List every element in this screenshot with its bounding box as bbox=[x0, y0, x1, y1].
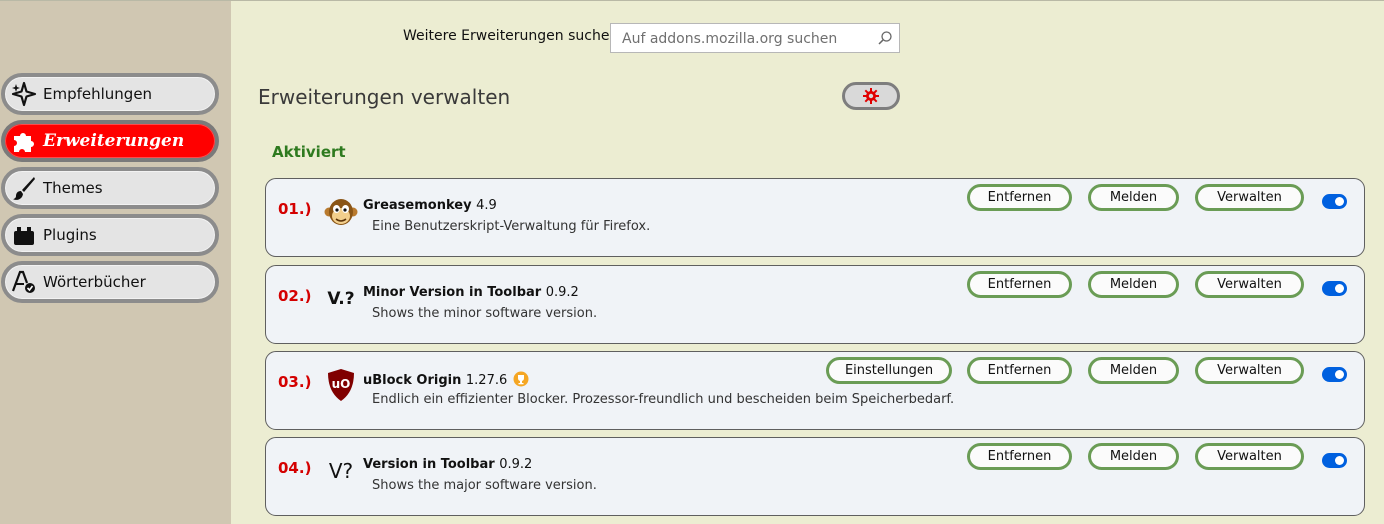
manage-button[interactable]: Verwalten bbox=[1195, 443, 1304, 470]
version-text-icon: V? bbox=[324, 454, 358, 488]
addon-version: 1.27.6 bbox=[465, 373, 508, 388]
addon-name: Minor Version in Toolbar bbox=[363, 285, 542, 300]
plugin-block-icon bbox=[10, 221, 38, 249]
sidebar-item-empfehlungen[interactable]: Empfehlungen bbox=[1, 73, 219, 115]
gear-icon bbox=[862, 87, 880, 105]
search-input[interactable] bbox=[620, 25, 874, 53]
search-label: Weitere Erweiterungen suchen bbox=[403, 28, 619, 44]
addon-number: 01.) bbox=[278, 200, 312, 218]
addon-name: Version in Toolbar bbox=[363, 457, 495, 472]
preferences-button[interactable]: Einstellungen bbox=[826, 357, 952, 384]
addon-description: Endlich ein effizienter Blocker. Prozess… bbox=[372, 392, 955, 407]
report-button[interactable]: Melden bbox=[1088, 271, 1179, 298]
addon-number: 03.) bbox=[278, 373, 312, 391]
sidebar-item-label: Erweiterungen bbox=[43, 131, 185, 151]
addon-name-line: uBlock Origin 1.27.6 bbox=[363, 371, 529, 388]
remove-button[interactable]: Entfernen bbox=[967, 443, 1072, 470]
sidebar-item-plugins[interactable]: Plugins bbox=[1, 214, 219, 256]
report-button[interactable]: Melden bbox=[1088, 443, 1179, 470]
addon-card-ublock-origin[interactable]: 03.) uO uBlock Origin 1.27.6 Endlich ein… bbox=[265, 351, 1365, 430]
addon-card-minor-version[interactable]: 02.) V.? Minor Version in Toolbar 0.9.2 … bbox=[265, 265, 1365, 344]
enable-toggle[interactable] bbox=[1322, 453, 1347, 468]
manage-button[interactable]: Verwalten bbox=[1195, 184, 1304, 211]
addon-name: Greasemonkey bbox=[363, 198, 472, 213]
toggle-knob bbox=[1335, 284, 1344, 293]
toggle-knob bbox=[1335, 370, 1344, 379]
sidebar-item-erweiterungen[interactable]: Erweiterungen bbox=[1, 120, 219, 162]
tools-menu-button[interactable] bbox=[842, 82, 900, 110]
category-sidebar: Empfehlungen Erweiterungen Themes Plugin… bbox=[0, 1, 231, 524]
addon-icon-text: V.? bbox=[327, 289, 355, 309]
sparkle-icon bbox=[10, 80, 38, 108]
trophy-icon bbox=[513, 371, 529, 387]
toggle-knob bbox=[1335, 456, 1344, 465]
addon-description: Eine Benutzerskript-Verwaltung für Firef… bbox=[372, 219, 651, 234]
addon-name-line: Greasemonkey 4.9 bbox=[363, 198, 497, 213]
addon-card-version-in-toolbar[interactable]: 04.) V? Version in Toolbar 0.9.2 Shows t… bbox=[265, 437, 1365, 516]
search-box[interactable] bbox=[610, 23, 900, 53]
brush-icon bbox=[10, 174, 38, 202]
version-text-icon: V.? bbox=[324, 282, 358, 316]
addon-icon-text: uO bbox=[331, 377, 351, 391]
enable-toggle[interactable] bbox=[1322, 281, 1347, 296]
enable-toggle[interactable] bbox=[1322, 194, 1347, 209]
addon-name-line: Version in Toolbar 0.9.2 bbox=[363, 457, 532, 472]
section-heading-enabled: Aktiviert bbox=[272, 143, 346, 161]
addon-description: Shows the minor software version. bbox=[372, 306, 598, 321]
addon-version: 0.9.2 bbox=[499, 457, 533, 472]
toggle-knob bbox=[1335, 197, 1344, 206]
monkey-icon bbox=[324, 195, 358, 229]
report-button[interactable]: Melden bbox=[1088, 357, 1179, 384]
search-icon[interactable] bbox=[877, 30, 893, 50]
sidebar-item-label: Plugins bbox=[43, 226, 97, 244]
sidebar-item-label: Empfehlungen bbox=[43, 85, 153, 103]
addon-name-line: Minor Version in Toolbar 0.9.2 bbox=[363, 285, 579, 300]
enable-toggle[interactable] bbox=[1322, 367, 1347, 382]
addon-number: 04.) bbox=[278, 459, 312, 477]
addon-name: uBlock Origin bbox=[363, 373, 462, 388]
addon-version: 0.9.2 bbox=[545, 285, 579, 300]
addon-icon-text: V? bbox=[328, 459, 354, 483]
sidebar-item-label: Wörterbücher bbox=[43, 273, 146, 291]
addon-number: 02.) bbox=[278, 287, 312, 305]
remove-button[interactable]: Entfernen bbox=[967, 271, 1072, 298]
dictionary-icon bbox=[10, 268, 38, 296]
sidebar-item-themes[interactable]: Themes bbox=[1, 167, 219, 209]
sidebar-item-woerterbuecher[interactable]: Wörterbücher bbox=[1, 261, 219, 303]
manage-button[interactable]: Verwalten bbox=[1195, 357, 1304, 384]
remove-button[interactable]: Entfernen bbox=[967, 357, 1072, 384]
ublock-shield-icon: uO bbox=[324, 368, 358, 402]
addon-description: Shows the major software version. bbox=[372, 478, 597, 493]
addon-version: 4.9 bbox=[476, 198, 497, 213]
puzzle-icon bbox=[10, 127, 38, 155]
sidebar-item-label: Themes bbox=[43, 179, 103, 197]
report-button[interactable]: Melden bbox=[1088, 184, 1179, 211]
addon-card-greasemonkey[interactable]: 01.) Greasemonkey 4.9 Eine Benutzerskrip… bbox=[265, 178, 1365, 257]
remove-button[interactable]: Entfernen bbox=[967, 184, 1072, 211]
page-title: Erweiterungen verwalten bbox=[258, 85, 511, 109]
manage-button[interactable]: Verwalten bbox=[1195, 271, 1304, 298]
